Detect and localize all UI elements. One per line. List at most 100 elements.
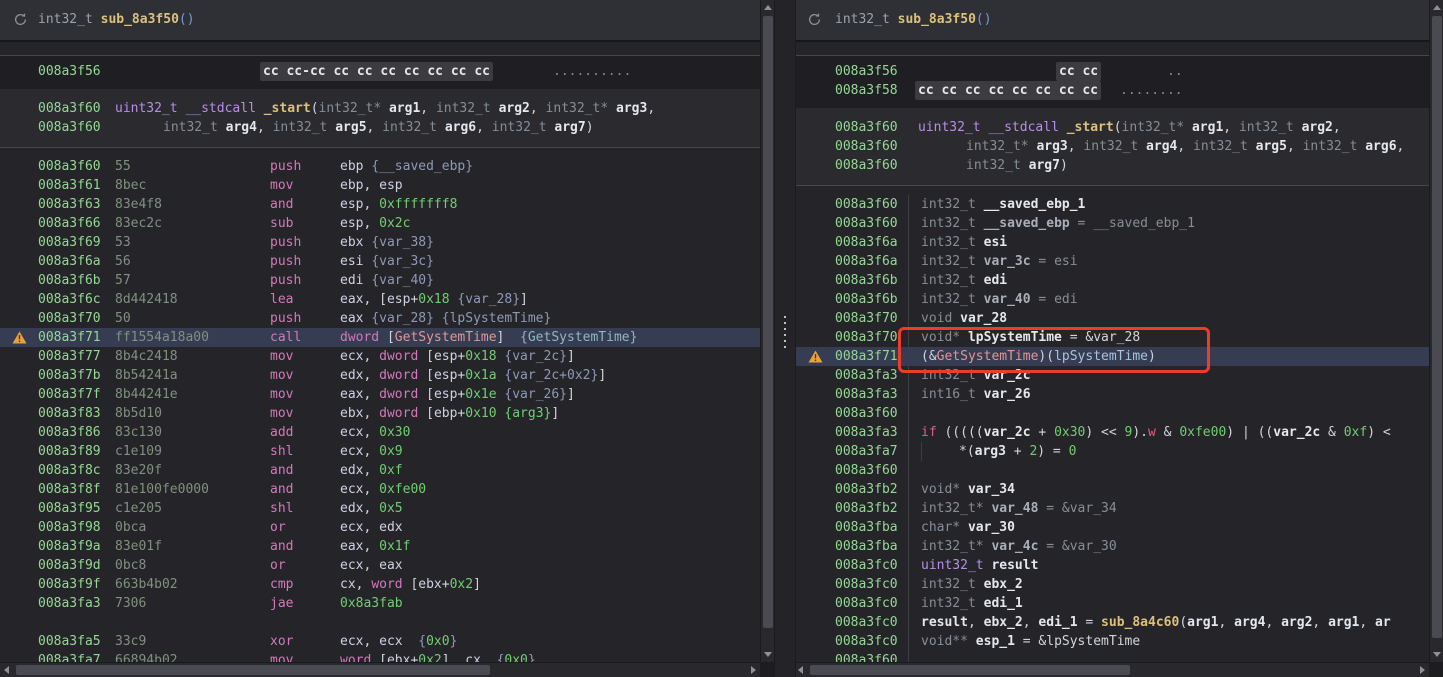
- mnemonic: shl: [270, 442, 293, 461]
- hlil-row[interactable]: 008a3fc0int32_t edi_1: [794, 594, 1429, 613]
- disasm-row[interactable]: 008a3f89c1e109shlecx, 0x9: [0, 442, 760, 461]
- disasm-row[interactable]: 008a3fa533c9xorecx, ecx {0x0}: [0, 632, 760, 651]
- scroll-down-button[interactable]: [761, 648, 775, 662]
- code-token: int32_t: [921, 216, 984, 231]
- hlil-row[interactable]: 008a3f6aint32_t esi: [794, 233, 1429, 252]
- mnemonic: lea: [270, 290, 293, 309]
- hlil-row[interactable]: 008a3f6aint32_t var_3c = esi: [794, 252, 1429, 271]
- disasm-row[interactable]: 008a3f6953pushebx {var_38}: [0, 233, 760, 252]
- hlil-row[interactable]: 008a3fc0int32_t ebx_2: [794, 575, 1429, 594]
- hlil-row[interactable]: 008a3fa3if (((((var_2c + 0x30) << 9).w &…: [794, 423, 1429, 442]
- disasm-row[interactable]: 008a3f8c83e20fandedx, 0xf: [0, 461, 760, 480]
- code-token: eax: [340, 387, 363, 402]
- disasm-row[interactable]: 008a3f778b4c2418movecx, dword [esp+0x18 …: [0, 347, 760, 366]
- hex-bytes-row[interactable]: 008a3f56cc cc-cc cc cc cc cc cc cc cc...…: [0, 62, 760, 81]
- hlil-row[interactable]: 008a3f60: [794, 404, 1429, 423]
- hlil-row[interactable]: 008a3f6bint32_t var_40 = edi: [794, 290, 1429, 309]
- function-signature-line[interactable]: 008a3f60int32_t arg7): [794, 156, 1429, 175]
- opcode-bytes: 83e4f8: [115, 195, 162, 214]
- refresh-icon[interactable]: [807, 12, 823, 28]
- mnemonic: push: [270, 271, 301, 290]
- disasm-row[interactable]: 008a3f9f663b4b02cmpcx, word [ebx+0x2]: [0, 575, 760, 594]
- hlil-row[interactable]: 008a3f6bint32_t edi: [794, 271, 1429, 290]
- disasm-row[interactable]: 008a3f7050pusheax {var_28} {lpSystemTime…: [0, 309, 760, 328]
- pane-splitter[interactable]: [774, 0, 796, 677]
- code-token: ebx: [340, 406, 363, 421]
- hlil-row[interactable]: 008a3f70void* lpSystemTime = &var_28: [794, 328, 1429, 347]
- disasm-row[interactable]: 008a3f71ff1554a18a00calldword [GetSystem…: [0, 328, 760, 347]
- scroll-left-button[interactable]: [0, 663, 14, 677]
- disasm-row[interactable]: 008a3f8683c130addecx, 0x30: [0, 423, 760, 442]
- function-signature-line[interactable]: 008a3f60uint32_t __stdcall _start(int32_…: [794, 118, 1429, 137]
- operands: cx, word [ebx+0x2]: [340, 575, 481, 594]
- hlil-row[interactable]: 008a3f71(&GetSystemTime)(lpSystemTime): [794, 347, 1429, 366]
- address-label: 008a3f70: [835, 309, 898, 328]
- function-signature-line[interactable]: 008a3f60int32_t* arg3, int32_t arg4, int…: [794, 137, 1429, 156]
- left-vscroll-thumb[interactable]: [763, 16, 773, 628]
- hex-bytes-row[interactable]: 008a3f58cc cc cc cc cc cc cc cc........: [794, 81, 1429, 100]
- code-token: ,: [530, 101, 546, 116]
- hlil-row[interactable]: 008a3fa3int32_t var_2c: [794, 366, 1429, 385]
- address-label: 008a3f7b: [38, 366, 101, 385]
- address-label: 008a3f56: [835, 62, 898, 81]
- hlil-row[interactable]: 008a3fc0result, ebx_2, edi_1 = sub_8a4c6…: [794, 613, 1429, 632]
- disasm-row[interactable]: 008a3f8f81e100fe0000andecx, 0xfe00: [0, 480, 760, 499]
- left-horizontal-scrollbar[interactable]: [0, 662, 760, 677]
- left-vertical-scrollbar[interactable]: [760, 0, 775, 662]
- hlil-row[interactable]: 008a3fb2void* var_34: [794, 480, 1429, 499]
- address-label: 008a3f63: [38, 195, 101, 214]
- left-hscroll-thumb[interactable]: [16, 665, 490, 675]
- disasm-row[interactable]: 008a3f980bcaorecx, edx: [0, 518, 760, 537]
- disasm-row[interactable]: 008a3f6a56pushesi {var_3c}: [0, 252, 760, 271]
- right-hscroll-thumb[interactable]: [810, 665, 1130, 675]
- scroll-left-button[interactable]: [794, 663, 808, 677]
- hlil-row[interactable]: 008a3fc0uint32_t result: [794, 556, 1429, 575]
- hlil-row[interactable]: 008a3f60: [794, 461, 1429, 480]
- code-token: edx: [340, 501, 363, 516]
- scroll-right-button[interactable]: [746, 663, 760, 677]
- hlil-code: int32_t __saved_ebp_1: [921, 195, 1085, 214]
- hlil-row[interactable]: 008a3fa7*(arg3 + 2) = 0: [794, 442, 1429, 461]
- refresh-icon[interactable]: [13, 12, 29, 28]
- scroll-up-button[interactable]: [1430, 0, 1443, 14]
- hlil-row[interactable]: 008a3fa3int16_t var_26: [794, 385, 1429, 404]
- disasm-row[interactable]: 008a3f7f8b44241emoveax, dword [esp+0x1e …: [0, 385, 760, 404]
- hlil-row[interactable]: 008a3fbachar* var_30: [794, 518, 1429, 537]
- hlil-row[interactable]: 008a3f60int32_t __saved_ebp = __saved_eb…: [794, 214, 1429, 233]
- function-signature-line[interactable]: 008a3f60int32_t arg4, int32_t arg5, int3…: [0, 118, 760, 137]
- right-vscroll-thumb[interactable]: [1432, 16, 1442, 638]
- hlil-row[interactable]: 008a3fc0void** esp_1 = &lpSystemTime: [794, 632, 1429, 651]
- scroll-down-button[interactable]: [1430, 648, 1443, 662]
- scroll-right-button[interactable]: [1415, 663, 1429, 677]
- disasm-row[interactable]: 008a3f6683ec2csubesp, 0x2c: [0, 214, 760, 233]
- address-label: 008a3fa3: [835, 385, 898, 404]
- right-vertical-scrollbar[interactable]: [1429, 0, 1443, 662]
- disasm-row[interactable]: 008a3f838b5d10movebx, dword [ebp+0x10 {a…: [0, 404, 760, 423]
- disasm-row[interactable]: 008a3f9d0bc8orecx, eax: [0, 556, 760, 575]
- scroll-up-button[interactable]: [761, 0, 775, 14]
- hlil-row[interactable]: 008a3fb2int32_t* var_48 = &var_34: [794, 499, 1429, 518]
- code-token: ebp: [434, 406, 457, 421]
- disasm-row[interactable]: 008a3fa766894b02movword [ebx+0x2], cx {0…: [0, 651, 760, 662]
- function-signature-line[interactable]: 008a3f60uint32_t __stdcall _start(int32_…: [0, 99, 760, 118]
- disasm-row[interactable]: 008a3f618becmovebp, esp: [0, 176, 760, 195]
- disasm-row[interactable]: 008a3fa37306jae0x8a3fab: [0, 594, 760, 613]
- disasm-row[interactable]: 008a3f9a83e01fandeax, 0x1f: [0, 537, 760, 556]
- disasm-row[interactable]: 008a3f6c8d442418leaeax, [esp+0x18 {var_2…: [0, 290, 760, 309]
- hlil-row[interactable]: 008a3f70void var_28: [794, 309, 1429, 328]
- operands: edi {var_40}: [340, 271, 434, 290]
- code-token: [437, 120, 445, 135]
- right-horizontal-scrollbar[interactable]: [794, 662, 1429, 677]
- disasm-row[interactable]: 008a3f6055pushebp {__saved_ebp}: [0, 157, 760, 176]
- disasm-row[interactable]: 008a3f6b57pushedi {var_40}: [0, 271, 760, 290]
- disasm-row[interactable]: 008a3f95c1e205shledx, 0x5: [0, 499, 760, 518]
- hlil-row[interactable]: 008a3fbaint32_t* var_4c = &var_30: [794, 537, 1429, 556]
- disasm-row[interactable]: [0, 613, 760, 632]
- code-token: [434, 311, 442, 326]
- disasm-row[interactable]: 008a3f7b8b54241amovedx, dword [esp+0x1a …: [0, 366, 760, 385]
- hex-bytes-row[interactable]: 008a3f56cc cc..: [794, 62, 1429, 81]
- code-token: {var_26}: [504, 387, 567, 402]
- hlil-row[interactable]: 008a3f60int32_t __saved_ebp_1: [794, 195, 1429, 214]
- hlil-row[interactable]: 008a3f60: [794, 651, 1429, 662]
- disasm-row[interactable]: 008a3f6383e4f8andesp, 0xfffffff8: [0, 195, 760, 214]
